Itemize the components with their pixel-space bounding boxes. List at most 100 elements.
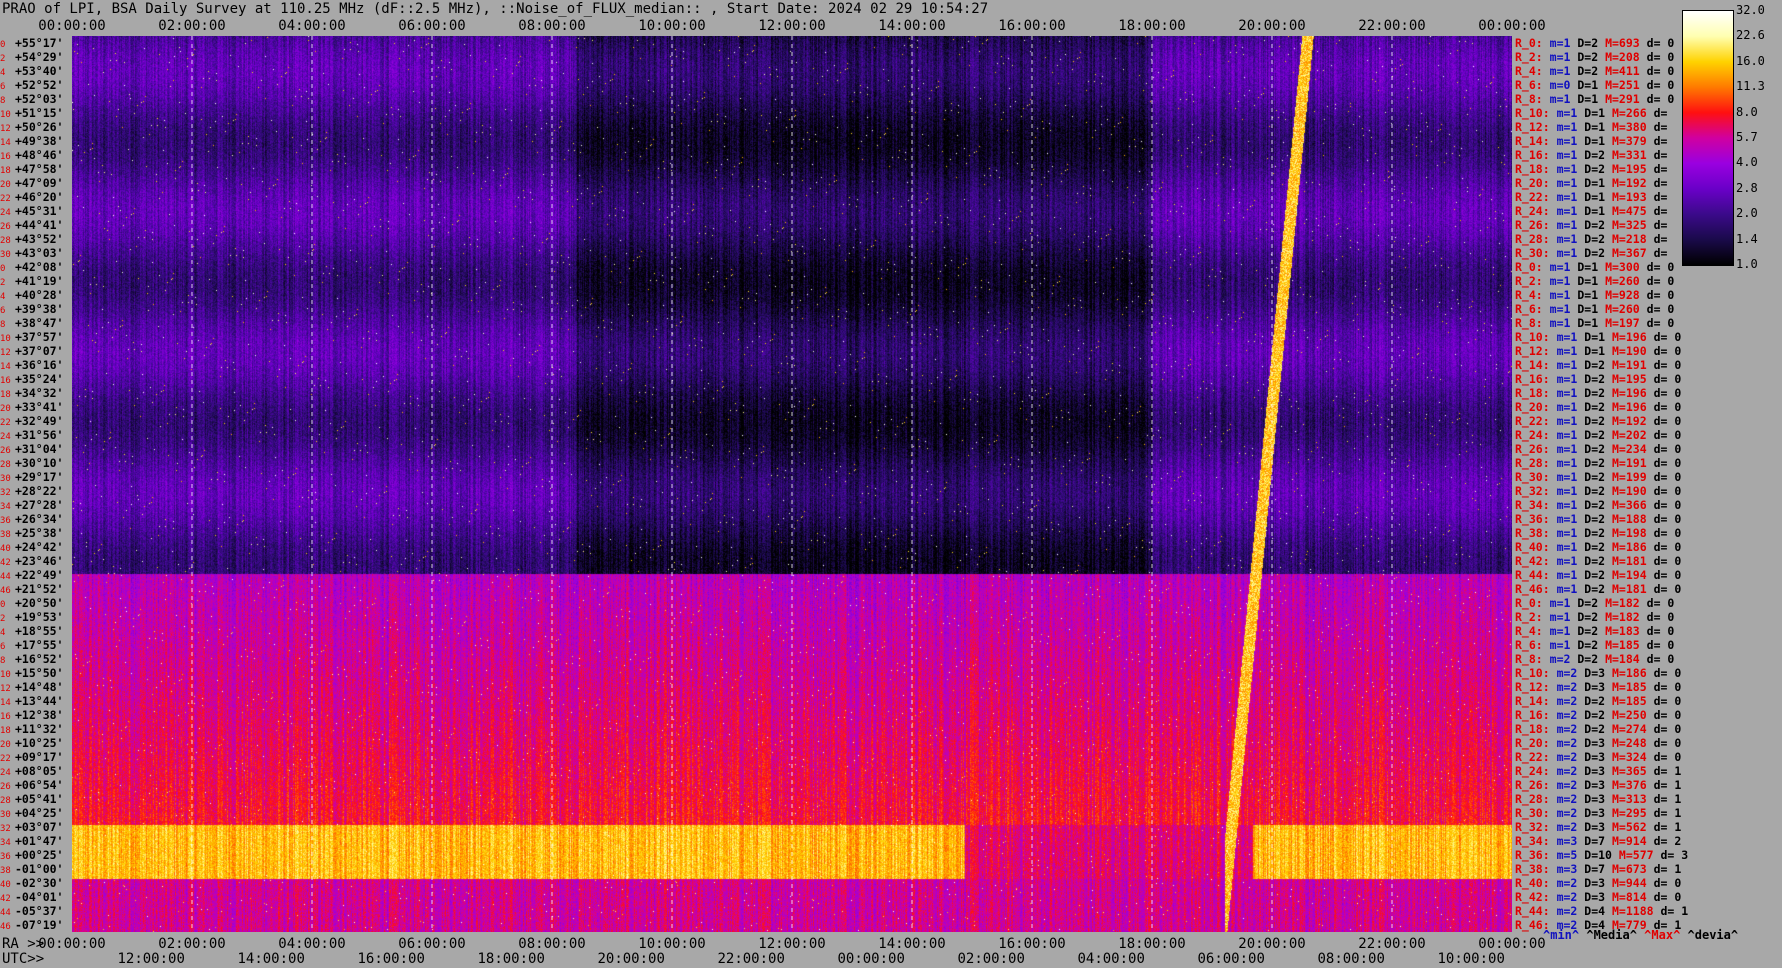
row-median: D=2 <box>1577 596 1599 610</box>
row-dev: d= 0 <box>1653 750 1682 764</box>
row-stats: R_14: m=2 D=2 M=185 d= 0 <box>1515 694 1681 708</box>
row-stats: R_22: m=1 D=1 M=193 d= <box>1515 190 1667 204</box>
row-min: m=1 <box>1556 246 1578 260</box>
row-name: R_42: <box>1515 890 1550 904</box>
dec-row-label: 20 +10°25' <box>0 736 72 750</box>
dec-row-label: 2 +19°53' <box>0 610 72 624</box>
row-dev: d= 0 <box>1653 344 1682 358</box>
dec-row-label: 20 +47°09' <box>0 176 72 190</box>
row-min: m=2 <box>1556 666 1578 680</box>
row-min: m=3 <box>1556 834 1578 848</box>
row-max: M=266 <box>1612 106 1647 120</box>
row-name: R_4: <box>1515 624 1543 638</box>
declination-value: +43°03' <box>15 246 64 260</box>
dec-row-label: 40 +24°42' <box>0 540 72 554</box>
colorbar-tick-label: 1.4 <box>1736 231 1758 246</box>
row-min: m=1 <box>1549 610 1571 624</box>
row-name: R_18: <box>1515 386 1550 400</box>
row-dev: d= <box>1653 218 1668 232</box>
dec-row-label: 4 +53°40' <box>0 64 72 78</box>
top-tick-label: 02:00:00 <box>158 18 226 34</box>
row-min: m=1 <box>1556 428 1578 442</box>
legend-median: ^Media^ <box>1586 928 1637 942</box>
row-median: D=1 <box>1577 274 1599 288</box>
ra-tick-label: 16:00:00 <box>998 936 1066 952</box>
row-dev: d= 0 <box>1653 428 1682 442</box>
dec-row-label: 10 +37°57' <box>0 330 72 344</box>
row-min: m=1 <box>1556 512 1578 526</box>
dec-row-label: 24 +31°56' <box>0 428 72 442</box>
row-stats: R_44: m=1 D=2 M=194 d= 0 <box>1515 568 1681 582</box>
row-max: M=181 <box>1612 582 1647 596</box>
row-name: R_30: <box>1515 470 1550 484</box>
colorbar-tick-label: 22.6 <box>1736 28 1765 43</box>
dec-row-label: 6 +17°55' <box>0 638 72 652</box>
row-max: M=380 <box>1612 120 1647 134</box>
row-stats: R_16: m=2 D=2 M=250 d= 0 <box>1515 708 1681 722</box>
top-tick-label: 00:00:00 <box>1478 18 1546 34</box>
row-dev: d= 0 <box>1646 260 1675 274</box>
utc-axis-prefix: UTC>> <box>2 951 45 967</box>
declination-value: +44°41' <box>15 218 64 232</box>
declination-value: +55°17' <box>15 36 64 50</box>
row-max: M=185 <box>1612 680 1647 694</box>
colorbar-tick-label: 5.7 <box>1736 130 1758 144</box>
row-min: m=1 <box>1556 344 1578 358</box>
row-min: m=2 <box>1556 876 1578 890</box>
row-min: m=1 <box>1556 484 1578 498</box>
row-dev: d= <box>1653 190 1668 204</box>
row-name: R_6: <box>1515 302 1543 316</box>
row-stats: R_46: m=1 D=2 M=181 d= 0 <box>1515 582 1681 596</box>
colorbar-tick-label: 2.8 <box>1736 180 1758 195</box>
row-median: D=2 <box>1584 722 1606 736</box>
row-dev: d= 0 <box>1653 498 1682 512</box>
row-stats: R_40: m=2 D=3 M=944 d= 0 <box>1515 876 1681 890</box>
dec-row-label: 12 +37°07' <box>0 344 72 358</box>
row-name: R_10: <box>1515 106 1550 120</box>
dec-row-label: 34 +27°28' <box>0 498 72 512</box>
row-name: R_8: <box>1515 652 1543 666</box>
declination-value: +12°38' <box>15 708 64 722</box>
row-dev: d= 2 <box>1653 834 1682 848</box>
row-min: m=1 <box>1549 50 1571 64</box>
row-max: M=186 <box>1612 540 1647 554</box>
row-dev: d= 0 <box>1653 680 1682 694</box>
row-stats: R_20: m=2 D=3 M=248 d= 0 <box>1515 736 1681 750</box>
row-stats: R_20: m=1 D=1 M=192 d= <box>1515 176 1667 190</box>
row-dev: d= 0 <box>1653 414 1682 428</box>
row-min: m=2 <box>1556 694 1578 708</box>
row-name: R_18: <box>1515 722 1550 736</box>
declination-value: +46°20' <box>15 190 64 204</box>
row-min: m=1 <box>1556 120 1578 134</box>
declination-value: +04°25' <box>15 806 64 820</box>
dec-row-label: 46 -07°19' <box>0 918 72 932</box>
row-name: R_36: <box>1515 512 1550 526</box>
dec-row-label: 32 +28°22' <box>0 484 72 498</box>
row-median: D=1 <box>1584 330 1606 344</box>
row-min: m=2 <box>1556 792 1578 806</box>
chart-title: PRAO of LPI, BSA Daily Survey at 110.25 … <box>2 1 989 17</box>
colorbar-tick-label: 1.0 <box>1736 257 1758 271</box>
dec-row-label: 28 +05°41' <box>0 792 72 806</box>
colorbar-tick-label: 16.0 <box>1736 53 1765 68</box>
row-name: R_34: <box>1515 834 1550 848</box>
row-max: M=411 <box>1605 64 1640 78</box>
row-min: m=1 <box>1556 330 1578 344</box>
row-name: R_26: <box>1515 442 1550 456</box>
row-max: M=191 <box>1612 358 1647 372</box>
row-name: R_44: <box>1515 568 1550 582</box>
row-stats: R_0: m=1 D=2 M=182 d= 0 <box>1515 596 1674 610</box>
row-max: M=260 <box>1605 274 1640 288</box>
row-median: D=2 <box>1584 232 1606 246</box>
row-name: R_0: <box>1515 36 1543 50</box>
row-dev: d= 0 <box>1653 876 1682 890</box>
row-max: M=325 <box>1612 218 1647 232</box>
dec-row-label: 42 +23°46' <box>0 554 72 568</box>
row-max: M=198 <box>1612 526 1647 540</box>
row-dev: d= <box>1653 120 1668 134</box>
row-min: m=2 <box>1556 904 1578 918</box>
declination-value: +08°05' <box>15 764 64 778</box>
row-max: M=192 <box>1612 176 1647 190</box>
row-stats: R_30: m=1 D=2 M=199 d= 0 <box>1515 470 1681 484</box>
dec-row-label: 26 +44°41' <box>0 218 72 232</box>
